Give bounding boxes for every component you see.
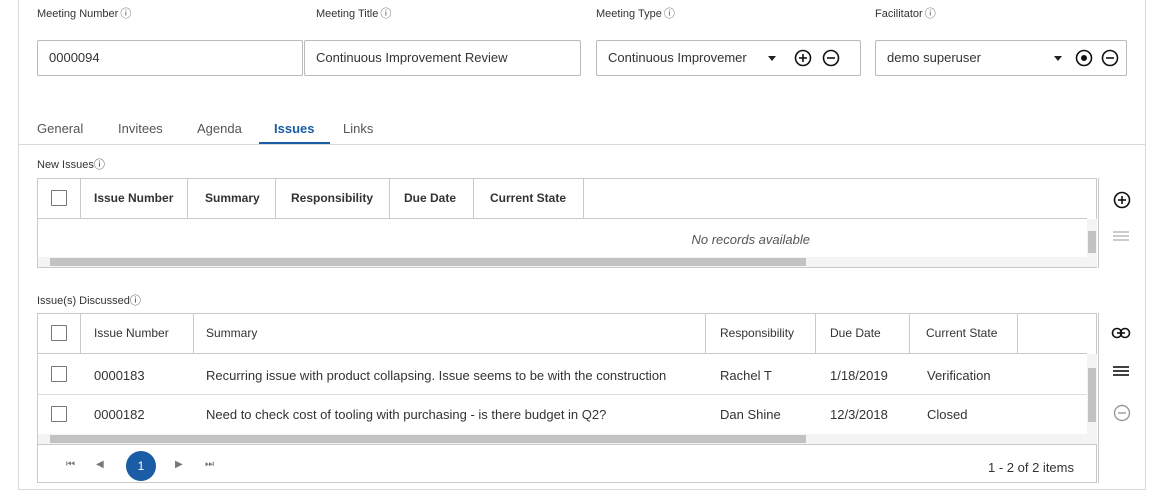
minus-circle-icon[interactable] <box>822 49 840 67</box>
next-page-icon[interactable]: ▶ <box>175 459 183 470</box>
cell-summary: Need to check cost of tooling with purch… <box>206 407 607 422</box>
meeting-type-label: Meeting Type ⓘ <box>596 8 675 20</box>
grid-header: Issue Number Summary Responsibility Due … <box>38 314 1087 354</box>
minus-circle-icon[interactable] <box>1113 404 1131 422</box>
hamburger-icon[interactable] <box>1112 230 1130 244</box>
issues-discussed-grid: Issue Number Summary Responsibility Due … <box>37 313 1097 483</box>
column-due-date[interactable]: Due Date <box>816 314 910 353</box>
meeting-title-label: Meeting Title ⓘ <box>316 8 392 20</box>
issues-discussed-actions <box>1098 313 1146 483</box>
column-responsibility[interactable]: Responsibility <box>706 314 816 353</box>
new-issues-actions <box>1098 178 1146 268</box>
meeting-type-select[interactable]: Continuous Improvemer <box>596 40 861 76</box>
facilitator-label: Facilitator ⓘ <box>875 8 936 20</box>
first-page-icon[interactable]: ⏮ <box>66 459 75 470</box>
cell-summary: Recurring issue with product collapsing.… <box>206 368 667 383</box>
meeting-number-field[interactable]: 0000094 <box>37 40 303 76</box>
column-issue-number[interactable]: Issue Number <box>81 179 188 218</box>
new-issues-grid: Issue Number Summary Responsibility Due … <box>37 178 1097 268</box>
previous-page-icon[interactable]: ◀ <box>96 459 104 470</box>
select-all-cell <box>38 179 81 218</box>
cell-current-state: Verification <box>927 368 991 383</box>
minus-circle-icon[interactable] <box>1101 49 1119 67</box>
select-all-checkbox[interactable] <box>51 325 67 341</box>
chevron-down-icon <box>768 56 776 61</box>
scrollbar-thumb[interactable] <box>50 435 806 443</box>
new-issues-label: New Issuesⓘ <box>37 159 105 171</box>
radio-circle-icon[interactable] <box>1075 49 1093 67</box>
column-issue-number[interactable]: Issue Number <box>81 314 194 353</box>
scrollbar-thumb[interactable] <box>1088 231 1096 253</box>
row-checkbox[interactable] <box>51 366 67 382</box>
facilitator-select[interactable]: demo superuser <box>875 40 1127 76</box>
scrollbar-thumb[interactable] <box>1088 368 1096 422</box>
info-icon: ⓘ <box>93 159 105 171</box>
scrollbar-thumb[interactable] <box>50 258 806 266</box>
pager-summary: 1 - 2 of 2 items <box>988 460 1074 475</box>
column-summary[interactable]: Summary <box>194 314 706 353</box>
chevron-down-icon <box>1054 56 1062 61</box>
tab-invitees[interactable]: Invitees <box>118 115 163 151</box>
tab-agenda[interactable]: Agenda <box>197 115 242 151</box>
column-due-date[interactable]: Due Date <box>390 179 474 218</box>
meeting-type-value: Continuous Improvemer <box>608 50 747 65</box>
info-icon: ⓘ <box>663 8 675 20</box>
column-current-state[interactable]: Current State <box>910 314 1018 353</box>
cell-responsibility: Dan Shine <box>720 407 781 422</box>
cell-responsibility: Rachel T <box>720 368 772 383</box>
tab-links[interactable]: Links <box>343 115 373 151</box>
tab-issues[interactable]: Issues <box>274 115 314 151</box>
info-icon: ⓘ <box>924 8 936 20</box>
horizontal-scrollbar[interactable] <box>38 257 1087 267</box>
horizontal-scrollbar[interactable] <box>38 434 1087 444</box>
empty-message: No records available <box>691 232 810 247</box>
hamburger-icon[interactable] <box>1112 365 1130 379</box>
link-icon[interactable] <box>1111 326 1131 340</box>
select-all-checkbox[interactable] <box>51 190 67 206</box>
info-icon: ⓘ <box>380 8 392 20</box>
cell-issue-number[interactable]: 0000182 <box>94 407 145 422</box>
column-responsibility[interactable]: Responsibility <box>276 179 390 218</box>
row-divider <box>38 394 1087 395</box>
tabs-divider <box>19 144 1145 145</box>
grid-header: Issue Number Summary Responsibility Due … <box>38 179 1087 219</box>
last-page-icon[interactable]: ⏭ <box>205 459 214 470</box>
vertical-scrollbar[interactable] <box>1087 219 1097 267</box>
plus-circle-icon[interactable] <box>1113 191 1131 209</box>
meeting-number-label: Meeting Number ⓘ <box>37 8 132 20</box>
page-number-button[interactable]: 1 <box>126 451 156 481</box>
info-icon: ⓘ <box>129 295 141 307</box>
plus-circle-icon[interactable] <box>794 49 812 67</box>
tab-general[interactable]: General <box>37 115 83 151</box>
meeting-title-field[interactable]: Continuous Improvement Review <box>304 40 581 76</box>
cell-due-date: 12/3/2018 <box>830 407 888 422</box>
info-icon: ⓘ <box>120 8 132 20</box>
cell-due-date: 1/18/2019 <box>830 368 888 383</box>
column-summary[interactable]: Summary <box>188 179 276 218</box>
pager-divider <box>38 444 1096 445</box>
select-all-cell <box>38 314 81 353</box>
row-checkbox[interactable] <box>51 406 67 422</box>
facilitator-value: demo superuser <box>887 50 981 65</box>
cell-current-state: Closed <box>927 407 968 422</box>
issues-discussed-label: Issue(s) Discussedⓘ <box>37 295 141 307</box>
cell-issue-number[interactable]: 0000183 <box>94 368 145 383</box>
vertical-scrollbar[interactable] <box>1087 354 1097 444</box>
column-current-state[interactable]: Current State <box>474 179 584 218</box>
